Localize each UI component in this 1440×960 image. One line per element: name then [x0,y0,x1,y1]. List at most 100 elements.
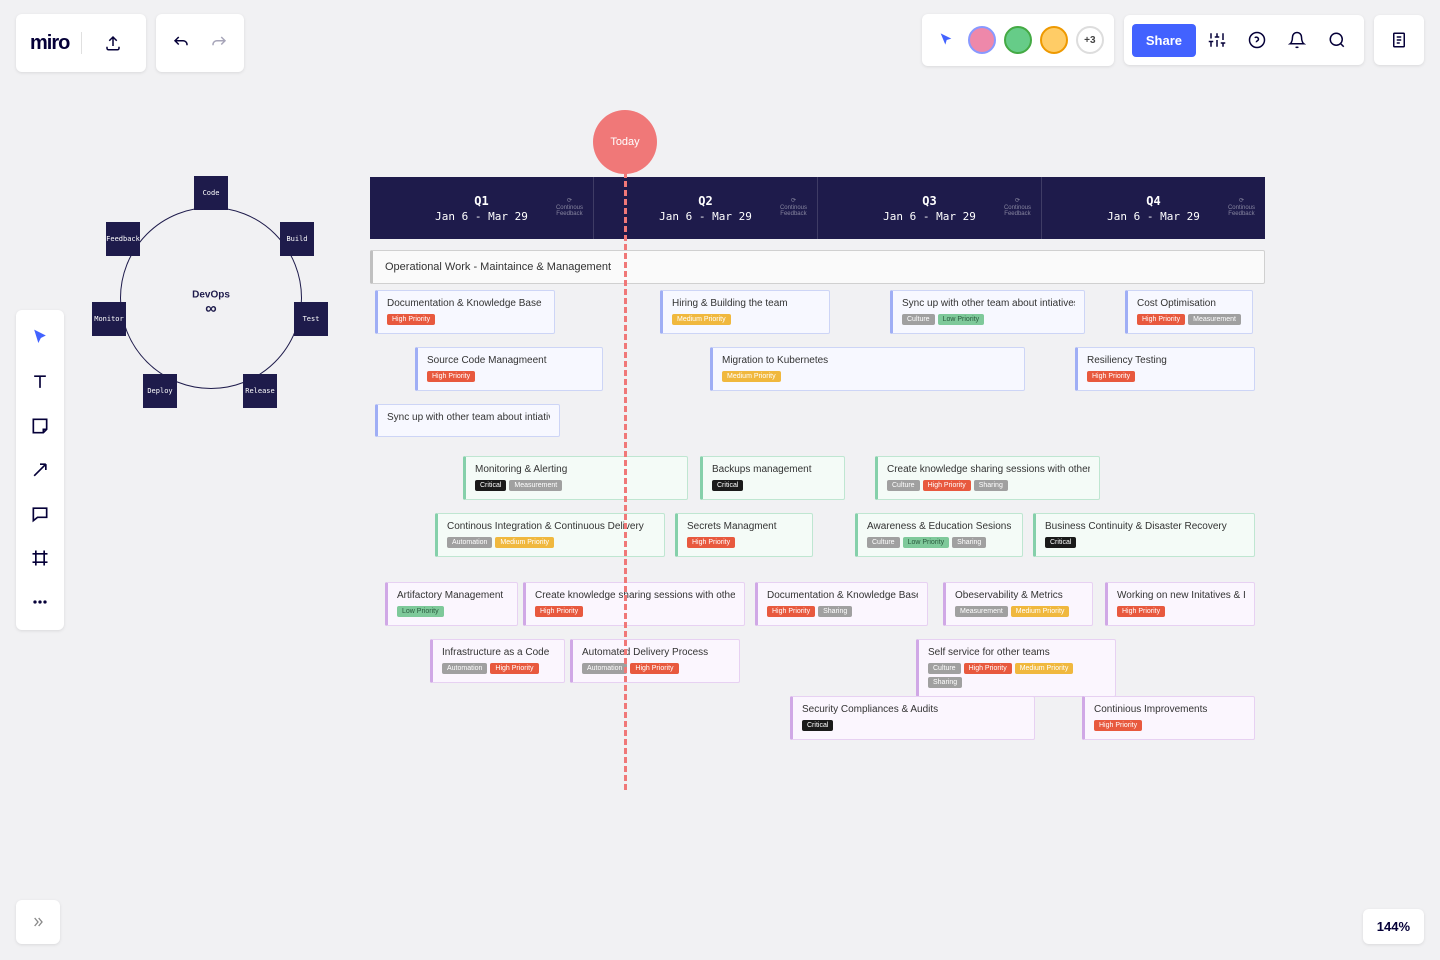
card-title: Artifactory Management [397,590,508,601]
tag: Automation [447,537,492,548]
redo-icon[interactable] [200,24,238,62]
card-title: Cost Optimisation [1137,298,1243,309]
bell-icon[interactable] [1278,21,1316,59]
card-title: Hiring & Building the team [672,298,820,309]
card-title: Infrastructure as a Code [442,647,555,658]
tag: High Priority [535,606,583,617]
text-tool-icon[interactable] [18,360,62,404]
notes-icon[interactable] [1380,21,1418,59]
swimlane-green: Monitoring & AlertingCriticalMeasurement… [370,456,1265,572]
sticky-tool-icon[interactable] [18,404,62,448]
undo-icon[interactable] [162,24,200,62]
zoom-level[interactable]: 144% [1363,909,1424,944]
tag: Measurement [509,480,562,491]
roadmap-card[interactable]: Business Continuity & Disaster Recovery C… [1033,513,1255,557]
devops-node[interactable]: Release [243,374,277,408]
export-icon[interactable] [94,24,132,62]
today-line [624,172,627,790]
devops-node[interactable]: Deploy [143,374,177,408]
avatar-more[interactable]: +3 [1076,26,1104,54]
roadmap-card[interactable]: Cost OptimisationHigh PriorityMeasuremen… [1125,290,1253,334]
card-title: Source Code Managmeent [427,355,593,366]
tag: Culture [887,480,920,491]
roadmap-card[interactable]: Documentation & Knowledge BaseHigh Prior… [375,290,555,334]
feedback-badge: ⟳ContinousFeedback [1228,198,1255,218]
devops-node[interactable]: Build [280,222,314,256]
card-title: Business Continuity & Disaster Recovery [1045,521,1245,532]
roadmap-card[interactable]: Infrastructure as a CodeAutomationHigh P… [430,639,565,683]
quarter[interactable]: Q3Jan 6 - Mar 29⟳ContinousFeedback [818,177,1042,239]
roadmap-card[interactable]: Security Compliances & AuditsCritical [790,696,1035,740]
quarter-header: Q1Jan 6 - Mar 29⟳ContinousFeedbackQ2Jan … [370,177,1265,239]
roadmap-card[interactable]: Secrets ManagmentHigh Priority [675,513,813,557]
side-toolbar [16,310,64,630]
devops-diagram[interactable]: DevOps∞ Code Build Test Release Deploy M… [86,182,336,432]
tag: Sharing [974,480,1008,491]
devops-node[interactable]: Feedback [106,222,140,256]
devops-node[interactable]: Code [194,176,228,210]
tag: Medium Priority [1011,606,1070,617]
quarter[interactable]: Q4Jan 6 - Mar 29⟳ContinousFeedback [1042,177,1265,239]
card-title: Continious Improvements [1094,704,1245,715]
roadmap-card[interactable]: Obeservability & MetricsMeasurementMediu… [943,582,1093,626]
roadmap-card[interactable]: Sync up with other team about intiatives… [890,290,1085,334]
share-button[interactable]: Share [1132,24,1196,57]
tag: Low Priority [397,606,444,617]
select-tool-icon[interactable] [18,316,62,360]
quarter[interactable]: Q2Jan 6 - Mar 29⟳ContinousFeedback [594,177,818,239]
divider [81,32,82,54]
roadmap-card[interactable]: Self service for other teamsCultureHigh … [916,639,1116,697]
roadmap-card[interactable]: Monitoring & AlertingCriticalMeasurement [463,456,688,500]
today-marker[interactable]: Today [593,110,657,174]
roadmap-card[interactable]: Create knowledge sharing sessions with o… [875,456,1100,500]
frame-tool-icon[interactable] [18,536,62,580]
more-tools-icon[interactable] [18,580,62,624]
roadmap-card[interactable]: Working on new Initatives & IdeasHigh Pr… [1105,582,1255,626]
roadmap-card[interactable]: Create knowledge sharing sessions with o… [523,582,745,626]
avatar[interactable] [1040,26,1068,54]
roadmap-card[interactable]: Artifactory Management Low Priority [385,582,518,626]
tag: Measurement [1188,314,1241,325]
roadmap-card[interactable]: Backups managementCritical [700,456,845,500]
help-icon[interactable] [1238,21,1276,59]
search-icon[interactable] [1318,21,1356,59]
tag: Culture [902,314,935,325]
roadmap-card[interactable]: Hiring & Building the teamMedium Priorit… [660,290,830,334]
roadmap-card[interactable]: Resiliency TestingHigh Priority [1075,347,1255,391]
devops-node[interactable]: Test [294,302,328,336]
arrow-tool-icon[interactable] [18,448,62,492]
tag: High Priority [1117,606,1165,617]
tag: High Priority [923,480,971,491]
tag: Critical [1045,537,1076,548]
avatar[interactable] [968,26,996,54]
quarter[interactable]: Q1Jan 6 - Mar 29⟳ContinousFeedback [370,177,594,239]
roadmap-card[interactable]: Migration to KubernetesMedium Priority [710,347,1025,391]
roadmap-card[interactable]: Documentation & Knowledge BaseHigh Prior… [755,582,928,626]
quarter-title: Q3 [922,194,936,208]
roadmap-card[interactable]: Awareness & Education SesionsCultureLow … [855,513,1023,557]
roadmap-card[interactable]: Continious ImprovementsHigh Priority [1082,696,1255,740]
card-title: Secrets Managment [687,521,803,532]
roadmap-card[interactable]: Sync up with other team about intiatives [375,404,560,437]
tag: Culture [928,663,961,674]
tag: High Priority [964,663,1012,674]
tag: Low Priority [903,537,950,548]
card-title: Sync up with other team about intiatives [387,412,550,423]
tag: High Priority [1087,371,1135,382]
devops-node[interactable]: Monitor [92,302,126,336]
roadmap-card[interactable]: Automated Delivery ProcessAutomationHigh… [570,639,740,683]
cursor-icon[interactable] [932,21,960,59]
tag: Critical [802,720,833,731]
roadmap-card[interactable]: Continous Integration & Continuous Deliv… [435,513,665,557]
op-work-card[interactable]: Operational Work - Maintaince & Manageme… [370,250,1265,284]
avatar[interactable] [1004,26,1032,54]
roadmap-card[interactable]: Source Code ManagmeentHigh Priority [415,347,603,391]
settings-icon[interactable] [1198,21,1236,59]
tag: High Priority [490,663,538,674]
tag: Medium Priority [1015,663,1074,674]
roadmap[interactable]: Q1Jan 6 - Mar 29⟳ContinousFeedbackQ2Jan … [370,177,1265,752]
miro-logo[interactable]: miro [30,32,69,55]
comment-tool-icon[interactable] [18,492,62,536]
expand-icon[interactable] [16,900,60,944]
card-title: Backups management [712,464,835,475]
